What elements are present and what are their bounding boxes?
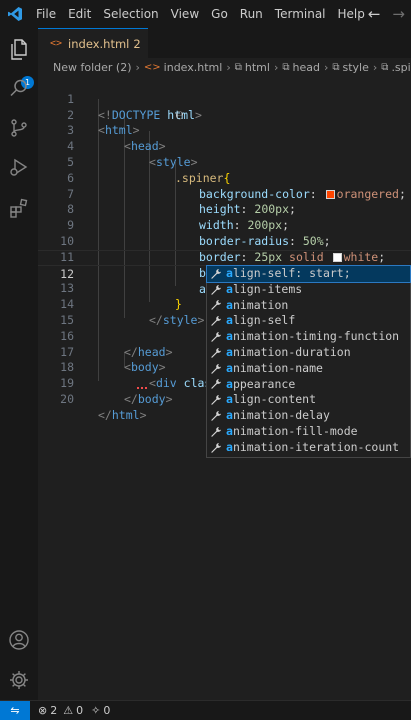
- menu-bar: File Edit Selection View Go Run Terminal…: [30, 7, 371, 21]
- code-line: 10 border: 25px solid white;: [38, 218, 411, 264]
- chevron-right-icon: ›: [135, 60, 140, 74]
- tab-bar: <> index.html 2: [38, 28, 411, 58]
- menu-terminal[interactable]: Terminal: [269, 7, 332, 21]
- element-icon: ⧉: [234, 61, 242, 73]
- breadcrumb-head[interactable]: head: [292, 61, 319, 74]
- warning-icon: ⚠: [63, 704, 74, 717]
- breadcrumb-html[interactable]: html: [245, 61, 270, 74]
- chevron-right-icon: ›: [323, 60, 329, 74]
- error-squiggle: [137, 385, 147, 389]
- html-file-icon: <>: [143, 61, 161, 73]
- breadcrumb: New folder (2) › <> index.html › ⧉ html …: [38, 58, 411, 76]
- code-line: 3 <head> ℮: [38, 107, 411, 154]
- code-line: 1 <!DOCTYPE html>: [38, 76, 411, 122]
- error-icon: ⊗: [38, 704, 48, 717]
- problems-indicator[interactable]: ⊗ 2 ⚠ 0: [38, 704, 83, 717]
- title-bar: File Edit Selection View Go Run Terminal…: [0, 0, 411, 28]
- element-icon: ⧉: [282, 61, 290, 73]
- breadcrumb-folder[interactable]: New folder (2): [53, 61, 132, 74]
- wrench-icon: [207, 331, 225, 343]
- selector-icon: ⧉: [381, 61, 389, 73]
- code-line: 11 border-top: 20px solid indigo;: [38, 234, 411, 280]
- error-count: 2: [50, 704, 58, 717]
- suggestion-item[interactable]: a nimation-iteration-count: [207, 440, 410, 456]
- code-line: 8 width: 200px;: [38, 187, 411, 232]
- ports-count: 0: [103, 704, 111, 717]
- wrench-icon: [207, 268, 225, 280]
- suggestion-item[interactable]: a lign-content: [207, 392, 410, 408]
- tab-problem-count: 2: [133, 36, 141, 51]
- menu-file[interactable]: File: [30, 7, 62, 21]
- chevron-right-icon: ›: [273, 60, 279, 74]
- wrench-icon: [207, 410, 225, 422]
- warning-count: 0: [76, 704, 84, 717]
- menu-go[interactable]: Go: [205, 7, 234, 21]
- menu-edit[interactable]: Edit: [62, 7, 97, 21]
- menu-selection[interactable]: Selection: [97, 7, 164, 21]
- wrench-icon: [207, 378, 225, 390]
- wrench-icon: [207, 442, 225, 454]
- source-control-icon[interactable]: [0, 110, 38, 146]
- menu-view[interactable]: View: [165, 7, 205, 21]
- chevron-right-icon: ›: [226, 60, 231, 74]
- wrench-icon: [207, 394, 225, 406]
- search-icon[interactable]: [0, 70, 38, 106]
- suggestion-item[interactable]: a nimation-delay: [207, 408, 410, 424]
- suggestion-item[interactable]: a nimation: [207, 298, 410, 314]
- breadcrumb-file[interactable]: index.html: [164, 61, 223, 74]
- suggestion-item[interactable]: a lign-self: [207, 313, 410, 329]
- mouse-ibeam-icon: ℮: [176, 107, 184, 122]
- explorer-icon[interactable]: [0, 32, 38, 68]
- settings-gear-icon[interactable]: [0, 662, 38, 698]
- tab-label: index.html: [68, 36, 130, 51]
- status-bar: ⇋ ⊗ 2 ⚠ 0 ✧ 0: [0, 700, 411, 720]
- wrench-icon: [207, 426, 225, 438]
- suggestion-item[interactable]: a nimation-timing-function: [207, 329, 410, 345]
- suggestion-item[interactable]: a nimation-duration: [207, 345, 410, 361]
- wrench-icon: [207, 347, 225, 359]
- wrench-icon: [207, 284, 225, 296]
- activity-bar: 1: [0, 28, 38, 700]
- tab-index-html[interactable]: <> index.html 2: [38, 28, 148, 58]
- suggestion-item[interactable]: a lign-items: [207, 282, 410, 298]
- element-icon: ⧉: [332, 61, 340, 73]
- code-line-current: 12 a: [38, 249, 411, 297]
- line-number: 20: [60, 391, 74, 406]
- antenna-icon: ✧: [91, 704, 101, 717]
- code-line: 7 height: 200px;: [38, 171, 411, 217]
- extensions-icon[interactable]: [0, 190, 38, 226]
- code-line: 6 background-color: orangered;: [38, 155, 411, 201]
- forward-arrow-icon[interactable]: →: [392, 5, 405, 23]
- menu-run[interactable]: Run: [234, 7, 269, 21]
- code-line: 2 <html>: [38, 92, 411, 138]
- suggestion-item[interactable]: a lign-self: start;: [206, 265, 411, 283]
- run-debug-icon[interactable]: [0, 149, 38, 185]
- suggestion-item[interactable]: a nimation-fill-mode: [207, 424, 410, 440]
- breadcrumb-style[interactable]: style: [343, 61, 369, 74]
- navigation-arrows: ← →: [368, 0, 405, 28]
- suggestion-item[interactable]: a nimation-name: [207, 361, 410, 377]
- code-line: 4 <style>: [38, 123, 411, 169]
- code-line: 9 border-radius: 50%;: [38, 202, 411, 248]
- remote-indicator-icon[interactable]: ⇋: [0, 700, 30, 720]
- wrench-icon: [207, 315, 225, 327]
- html-file-icon: <>: [50, 38, 63, 49]
- wrench-icon: [207, 299, 225, 311]
- ports-indicator[interactable]: ✧ 0: [91, 704, 110, 717]
- suggestion-item[interactable]: a ppearance: [207, 377, 410, 393]
- menu-help[interactable]: Help: [332, 7, 371, 21]
- autocomplete-suggestions: a lign-self: start; a lign-items a nimation…: [206, 265, 411, 458]
- account-icon[interactable]: [0, 622, 38, 658]
- vscode-logo-icon: [0, 0, 30, 28]
- chevron-right-icon: ›: [372, 60, 378, 74]
- back-arrow-icon[interactable]: ←: [368, 5, 381, 23]
- breadcrumb-selector[interactable]: .spiner: [391, 61, 411, 74]
- wrench-icon: [207, 363, 225, 375]
- code-line: 5 .spiner{: [38, 139, 411, 185]
